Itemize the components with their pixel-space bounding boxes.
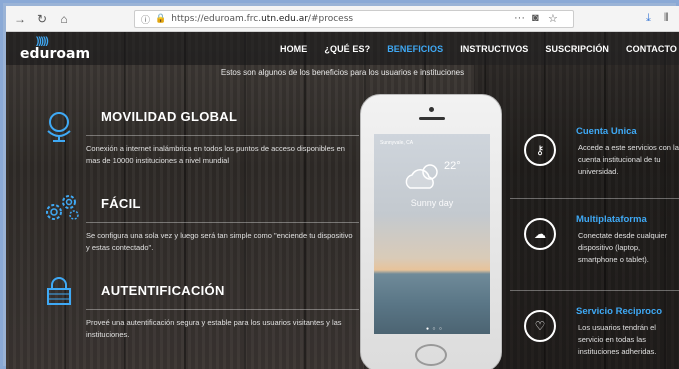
address-bar[interactable]: ⓘ 🔒 https://eduroam.frc.utn.edu.ar/#proc… [134,10,574,28]
lock-icon: 🔒 [155,14,167,24]
key-icon: ⚷ [524,134,556,166]
home-icon[interactable]: ⌂ [56,11,72,27]
feature-text: Conectate desde cualquier dispositivo (l… [578,231,668,264]
feature-text: Conexión a internet inalámbrica en todos… [86,144,345,165]
feature-title: Servicio Reciproco [576,306,663,317]
forward-icon[interactable]: → [12,11,28,27]
phone-screen: Sunnyvale, CA 22° Sunny day ● ○ ○ [374,134,490,334]
feature-text: Proveé una autentificación segura y esta… [86,318,342,339]
site-menu: HOME ¿QUÉ ES? BENEFICIOS INSTRUCTIVOS SU… [280,32,677,65]
divider [510,198,679,199]
nav-que-es[interactable]: ¿QUÉ ES? [324,44,370,54]
feature-text: Accede a este servicios con la cuenta in… [578,143,679,176]
site-navbar: ))))) eduroam HOME ¿QUÉ ES? BENEFICIOS I… [6,32,679,65]
page-dots: ● ○ ○ [426,326,443,332]
library-icon[interactable]: ⫴ [664,12,669,25]
phone-speaker [419,117,445,120]
nav-home[interactable]: HOME [280,44,307,54]
weather-city: Sunnyvale, CA [380,140,414,146]
info-icon[interactable]: ⓘ [141,13,150,26]
lock-icon [44,277,78,311]
divider [86,309,359,310]
feature-servicio-reciproco: ♡ Servicio Reciproco Los usuarios tendrá… [510,304,679,368]
gears-icon [44,194,79,228]
feature-multiplataforma: ☁ Multiplataforma Conectate desde cualqu… [510,214,679,294]
phone-camera [429,107,434,112]
phone-home-button [415,344,447,366]
weather-temp: 22° [444,160,461,172]
window-frame: → ↻ ⌂ ⓘ 🔒 https://eduroam.frc.utn.edu.ar… [0,0,679,369]
divider [86,135,359,136]
feature-title: AUTENTIFICACIÓN [101,283,225,298]
weather-cloud-icon [402,162,444,197]
weather-condition: Sunny day [410,198,454,208]
url-text: https://eduroam.frc.utn.edu.ar/#process [171,14,354,24]
feature-title: MOVILIDAD GLOBAL [101,109,238,124]
nav-beneficios[interactable]: BENEFICIOS [387,44,443,54]
divider [86,222,359,223]
eduroam-logo[interactable]: ))))) eduroam [14,36,90,62]
section-intro: Estos son algunos de los beneficios para… [220,68,465,77]
feature-text: Los usuarios tendrán el servicio en toda… [578,323,657,356]
feature-autentificacion: AUTENTIFICACIÓN Proveé una autentificaci… [44,277,359,367]
reload-icon[interactable]: ↻ [34,11,50,27]
browser-toolbar: → ↻ ⌂ ⓘ 🔒 https://eduroam.frc.utn.edu.ar… [6,6,679,32]
heart-icon: ♡ [524,310,556,342]
feature-facil: FÁCIL Se configura una sola vez y luego … [44,194,359,284]
nav-contacto[interactable]: CONTACTO [626,44,677,54]
feature-cuenta-unica: ⚷ Cuenta Unica Accede a este servicios c… [510,122,679,202]
nav-suscripcion[interactable]: SUSCRIPCIÓN [545,44,609,54]
download-icon[interactable]: ⤓ [646,12,651,25]
nav-instructivos[interactable]: INSTRUCTIVOS [460,44,528,54]
web-page: ))))) eduroam HOME ¿QUÉ ES? BENEFICIOS I… [6,32,679,369]
phone-mockup: Sunnyvale, CA 22° Sunny day ● ○ ○ [360,94,502,369]
cloud-icon: ☁ [524,218,556,250]
feature-title: FÁCIL [101,196,141,211]
pocket-icon[interactable]: ◙ [532,12,539,24]
feature-text: Se configura una sola vez y luego será t… [86,231,353,252]
divider [510,290,679,291]
feature-title: Cuenta Unica [576,126,637,137]
globe-icon [44,109,78,143]
feature-title: Multiplataforma [576,214,647,225]
page-actions-icon[interactable]: ··· [514,12,525,24]
feature-movilidad: MOVILIDAD GLOBAL Conexión a internet ina… [44,109,359,199]
bookmark-star-icon[interactable]: ☆ [548,12,558,25]
